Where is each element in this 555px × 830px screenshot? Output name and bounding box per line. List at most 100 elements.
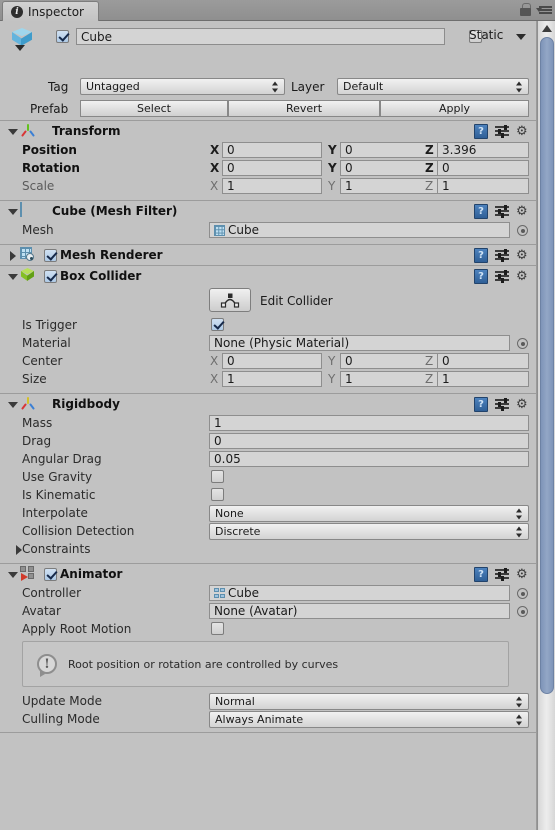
preset-icon[interactable] <box>495 205 509 218</box>
prefab-revert-button[interactable]: Revert <box>228 100 380 117</box>
mesh-renderer-enabled-checkbox[interactable] <box>44 248 57 262</box>
angular-drag-input[interactable]: 0.05 <box>209 451 529 467</box>
preset-icon[interactable] <box>495 398 509 411</box>
axis-y-label: Y <box>328 372 336 386</box>
axis-x-label: X <box>210 372 219 386</box>
cube-icon[interactable] <box>10 27 38 53</box>
inspector-window: i Inspector Cube Static Tag Untagged Lay… <box>0 0 555 830</box>
rotation-z-input[interactable]: 0 <box>437 160 529 176</box>
controller-object-field[interactable]: Cube <box>209 585 510 601</box>
scale-x-input[interactable]: 1 <box>222 178 322 194</box>
foldout-mesh-filter-icon[interactable] <box>6 204 20 218</box>
gear-icon[interactable]: ⚙ <box>516 270 530 284</box>
drag-input[interactable]: 0 <box>209 433 529 449</box>
help-icon[interactable]: ? <box>474 248 488 263</box>
rotation-x-input[interactable]: 0 <box>222 160 322 176</box>
center-x-input[interactable]: 0 <box>222 353 322 369</box>
help-icon[interactable]: ? <box>474 397 488 412</box>
apply-root-motion-checkbox[interactable] <box>211 622 224 635</box>
animator-info-message: Root position or rotation are controlled… <box>68 658 339 671</box>
axis-x-label: X <box>210 161 220 175</box>
component-header-rigidbody[interactable]: Rigidbody ? ⚙ <box>0 394 536 414</box>
row-angular-drag: Angular Drag 0.05 <box>0 450 536 468</box>
collision-detection-dropdown[interactable]: Discrete <box>209 523 529 540</box>
interpolate-dropdown[interactable]: None <box>209 505 529 522</box>
scroll-up-arrow[interactable] <box>542 25 552 32</box>
center-z-value: 0 <box>442 354 450 368</box>
component-header-mesh-renderer[interactable]: Mesh Renderer ? ⚙ <box>0 245 536 265</box>
vertical-scrollbar[interactable] <box>537 21 555 830</box>
update-mode-dropdown[interactable]: Normal <box>209 693 529 710</box>
gear-icon[interactable]: ⚙ <box>516 205 530 219</box>
preset-icon[interactable] <box>495 568 509 581</box>
mesh-object-field[interactable]: Cube <box>209 222 510 238</box>
center-z-input[interactable]: 0 <box>437 353 529 369</box>
mesh-object-picker-button[interactable] <box>517 225 528 236</box>
chevron-updown-icon <box>516 696 523 707</box>
foldout-rigidbody-icon[interactable] <box>6 397 20 411</box>
culling-mode-dropdown[interactable]: Always Animate <box>209 711 529 728</box>
position-x-input[interactable]: 0 <box>222 142 322 158</box>
component-header-animator[interactable]: Animator ? ⚙ <box>0 564 536 584</box>
is-kinematic-checkbox[interactable] <box>211 488 224 501</box>
collision-detection-label: Collision Detection <box>22 524 135 538</box>
prefab-apply-button[interactable]: Apply <box>380 100 529 117</box>
axis-z-label: Z <box>425 143 434 157</box>
layer-dropdown[interactable]: Default <box>337 78 529 95</box>
help-icon[interactable]: ? <box>474 567 488 582</box>
scale-y-value: 1 <box>345 179 353 193</box>
row-constraints[interactable]: Constraints <box>0 540 536 558</box>
component-header-transform[interactable]: Transform ? ⚙ <box>0 121 536 141</box>
row-mesh: Mesh Cube <box>0 221 536 239</box>
box-collider-icon <box>20 268 36 284</box>
position-z-input[interactable]: 3.396 <box>437 142 529 158</box>
avatar-value: None (Avatar) <box>214 604 298 618</box>
size-x-input[interactable]: 1 <box>222 371 322 387</box>
axis-y-label: Y <box>328 161 337 175</box>
gear-icon[interactable]: ⚙ <box>516 398 530 412</box>
animator-enabled-checkbox[interactable] <box>44 567 57 581</box>
avatar-object-field[interactable]: None (Avatar) <box>209 603 510 619</box>
static-dropdown-arrow[interactable] <box>516 34 526 40</box>
preset-icon[interactable] <box>495 125 509 138</box>
gear-icon[interactable]: ⚙ <box>516 125 530 139</box>
culling-mode-value: Always Animate <box>215 713 304 726</box>
physic-material-object-field[interactable]: None (Physic Material) <box>209 335 510 351</box>
tab-inspector[interactable]: i Inspector <box>2 1 99 21</box>
is-trigger-checkbox[interactable] <box>211 318 224 331</box>
prefab-apply-label: Apply <box>438 102 471 115</box>
component-header-box-collider[interactable]: Box Collider ? ⚙ <box>0 266 536 286</box>
gameobject-name-input[interactable]: Cube <box>76 28 445 45</box>
scrollbar-thumb[interactable] <box>540 37 554 694</box>
box-collider-enabled-checkbox[interactable] <box>44 269 57 283</box>
avatar-object-picker-button[interactable] <box>517 606 528 617</box>
preset-icon[interactable] <box>495 270 509 283</box>
foldout-transform-icon[interactable] <box>6 124 20 138</box>
scale-z-input[interactable]: 1 <box>437 178 529 194</box>
prefab-select-button[interactable]: Select <box>80 100 228 117</box>
hamburger-menu-icon[interactable] <box>536 4 552 16</box>
help-icon[interactable]: ? <box>474 124 488 139</box>
tag-dropdown[interactable]: Untagged <box>80 78 285 95</box>
edit-collider-button[interactable] <box>209 288 251 312</box>
use-gravity-checkbox[interactable] <box>211 470 224 483</box>
size-z-input[interactable]: 1 <box>437 371 529 387</box>
foldout-animator-icon[interactable] <box>6 567 20 581</box>
size-label: Size <box>22 372 47 386</box>
preset-icon[interactable] <box>495 249 509 262</box>
material-object-picker-button[interactable] <box>517 338 528 349</box>
angular-drag-label: Angular Drag <box>22 452 102 466</box>
gear-icon[interactable]: ⚙ <box>516 568 530 582</box>
gear-icon[interactable]: ⚙ <box>516 249 530 263</box>
component-header-mesh-filter[interactable]: Cube (Mesh Filter) ? ⚙ <box>0 201 536 221</box>
inspector-body: Cube Static Tag Untagged Layer Default P… <box>0 21 537 830</box>
chevron-updown-icon <box>516 714 523 725</box>
mass-input[interactable]: 1 <box>209 415 529 431</box>
lock-icon[interactable] <box>520 3 531 16</box>
help-icon[interactable]: ? <box>474 269 488 284</box>
controller-object-picker-button[interactable] <box>517 588 528 599</box>
gameobject-enabled-checkbox[interactable] <box>56 30 69 43</box>
foldout-mesh-renderer-icon[interactable] <box>6 248 20 262</box>
help-icon[interactable]: ? <box>474 204 488 219</box>
foldout-box-collider-icon[interactable] <box>6 269 20 283</box>
